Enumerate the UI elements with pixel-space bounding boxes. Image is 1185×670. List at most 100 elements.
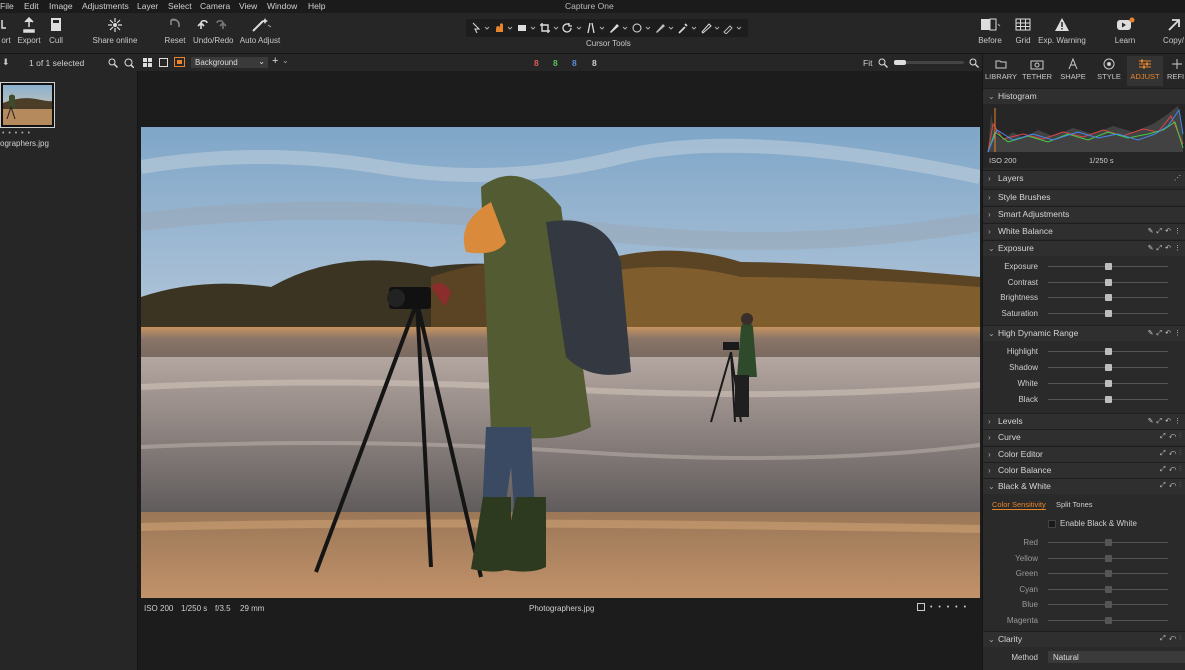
section-smart-adjustments[interactable]: › Smart Adjustments — [983, 206, 1185, 222]
section-black-white[interactable]: ⌄ Black & White ⤢↶⋮ — [983, 478, 1185, 494]
thumb-rating-dots[interactable]: • • • • • — [2, 130, 31, 137]
section-style-brushes[interactable]: › Style Brushes — [983, 189, 1185, 205]
section-actions-icon[interactable]: ✎⤢↶⋮ — [1148, 227, 1184, 236]
undo-redo-button[interactable]: Undo/Redo — [193, 17, 233, 45]
section-histogram[interactable]: ⌄ Histogram — [983, 88, 1185, 104]
sort-arrow-icon[interactable]: ⬇ — [2, 57, 10, 68]
slider-track[interactable] — [1048, 554, 1168, 562]
slider-track[interactable] — [1048, 309, 1168, 317]
section-exposure[interactable]: ⌄ Exposure ✎⤢↶⋮ — [983, 240, 1185, 256]
slider-track[interactable] — [1048, 364, 1168, 371]
slider-track[interactable] — [1048, 585, 1168, 593]
menu-adjustments[interactable]: Adjustments — [82, 1, 129, 11]
menu-select[interactable]: Select — [168, 1, 192, 11]
tab-shape[interactable]: SHAPE — [1055, 58, 1091, 81]
slider-handle[interactable] — [1105, 570, 1112, 578]
grid-button[interactable]: Grid — [1011, 17, 1035, 45]
section-actions-icon[interactable]: ✎⤢↶⋮ — [1148, 417, 1184, 426]
pan-hand-icon[interactable] — [493, 22, 515, 34]
slider-track[interactable] — [1048, 539, 1168, 546]
loupe-icon[interactable] — [516, 22, 538, 34]
zoom-slider[interactable] — [894, 60, 964, 65]
grid-view-icon[interactable] — [143, 58, 152, 67]
slider-track[interactable] — [1048, 263, 1168, 270]
section-menu-icon[interactable]: ⋰ — [1174, 174, 1184, 182]
multi-view-icon[interactable] — [174, 57, 185, 67]
export-button[interactable]: Export — [15, 17, 43, 45]
section-actions-icon[interactable]: ⤢↶⋮ — [1160, 450, 1184, 458]
exp-warning-button[interactable]: Exp. Warning — [1038, 17, 1086, 45]
tab-split-tones[interactable]: Split Tones — [1056, 500, 1093, 509]
menu-image[interactable]: Image — [49, 1, 73, 11]
rotate-icon[interactable] — [562, 22, 584, 34]
import-button[interactable]: ort — [0, 17, 12, 45]
section-color-editor[interactable]: › Color Editor ⤢↶⋮ — [983, 446, 1185, 462]
slider-handle[interactable] — [1105, 554, 1112, 562]
slider-handle[interactable] — [1105, 309, 1112, 317]
menu-edit[interactable]: Edit — [24, 1, 39, 11]
learn-button[interactable]: Learn — [1112, 17, 1138, 45]
menu-view[interactable]: View — [239, 1, 257, 11]
slider-handle[interactable] — [1105, 364, 1112, 371]
enable-bw-checkbox[interactable] — [1048, 520, 1056, 528]
add-layer-icon[interactable]: + — [272, 55, 278, 67]
slider-handle[interactable] — [1105, 294, 1112, 301]
layer-select[interactable]: Background ⌄ — [191, 57, 268, 68]
crop-icon[interactable] — [539, 22, 561, 34]
slider-handle[interactable] — [1105, 396, 1112, 403]
filter-search-icon[interactable] — [124, 58, 134, 68]
section-actions-icon[interactable]: ⤢↶⋮ — [1160, 482, 1184, 490]
section-actions-icon[interactable]: ✎⤢↶⋮ — [1148, 244, 1184, 253]
menu-help[interactable]: Help — [308, 1, 325, 11]
section-clarity[interactable]: ⌄ Clarity ⤢↶⋮ — [983, 631, 1185, 647]
clarity-method-select[interactable]: Natural — [1048, 651, 1185, 663]
menu-layer[interactable]: Layer — [137, 1, 158, 11]
keystone-icon[interactable] — [585, 22, 607, 34]
section-hdr[interactable]: ⌄ High Dynamic Range ✎⤢↶⋮ — [983, 325, 1185, 341]
tab-library[interactable]: LIBRARY — [983, 58, 1019, 81]
section-color-balance[interactable]: › Color Balance ⤢↶⋮ — [983, 462, 1185, 478]
section-curve[interactable]: › Curve ⤢↶⋮ — [983, 429, 1185, 445]
slider-handle[interactable] — [1105, 601, 1112, 609]
slider-handle[interactable] — [1105, 263, 1112, 270]
eraser-icon[interactable] — [654, 22, 676, 34]
zoom-fit-label[interactable]: Fit — [863, 58, 872, 68]
reset-button[interactable]: Reset — [163, 17, 187, 45]
slider-track[interactable] — [1048, 601, 1168, 609]
select-cursor-icon[interactable] — [470, 22, 492, 34]
annotation-pen-icon[interactable] — [722, 22, 744, 35]
slider-handle[interactable] — [1105, 348, 1112, 355]
slider-handle[interactable] — [1105, 278, 1112, 286]
zoom-out-icon[interactable] — [878, 58, 888, 68]
brush-icon[interactable] — [608, 22, 630, 34]
zoom-slider-handle[interactable] — [894, 60, 906, 65]
menu-file[interactable]: File — [0, 1, 14, 11]
copy-apply-button[interactable]: Copy/ — [1162, 17, 1185, 45]
slider-handle[interactable] — [1105, 585, 1112, 593]
tab-tether[interactable]: TETHER — [1019, 58, 1055, 81]
slider-track[interactable] — [1048, 617, 1168, 624]
gradient-mask-icon[interactable] — [631, 22, 653, 34]
share-online-button[interactable]: Share online — [92, 17, 138, 45]
status-rating-dots[interactable]: • • • • • — [930, 604, 968, 611]
tab-refine[interactable]: REFI — [1167, 58, 1185, 81]
before-button[interactable]: Before — [975, 17, 1005, 45]
section-levels[interactable]: › Levels ✎⤢↶⋮ — [983, 413, 1185, 429]
section-layers[interactable]: › Layers ⋰ — [983, 170, 1185, 186]
slider-handle[interactable] — [1105, 539, 1112, 546]
section-actions-icon[interactable]: ✎⤢↶⋮ — [1148, 329, 1184, 338]
slider-handle[interactable] — [1105, 617, 1112, 624]
auto-adjust-button[interactable]: Auto Adjust — [239, 17, 281, 45]
section-white-balance[interactable]: › White Balance ✎⤢↶⋮ — [983, 223, 1185, 239]
single-view-icon[interactable] — [159, 58, 168, 67]
slider-track[interactable] — [1048, 348, 1168, 355]
slider-track[interactable] — [1048, 396, 1168, 403]
slider-track[interactable] — [1048, 570, 1168, 578]
section-actions-icon[interactable]: ⤢↶⋮ — [1160, 466, 1184, 474]
add-layer-chevron-icon[interactable]: ⌄ — [282, 56, 289, 65]
section-actions-icon[interactable]: ⤢↶⋮ — [1160, 433, 1184, 441]
slider-track[interactable] — [1048, 278, 1168, 286]
annotate-icon[interactable] — [700, 22, 722, 34]
main-photo[interactable] — [141, 127, 980, 598]
picker-icon[interactable] — [677, 22, 699, 34]
